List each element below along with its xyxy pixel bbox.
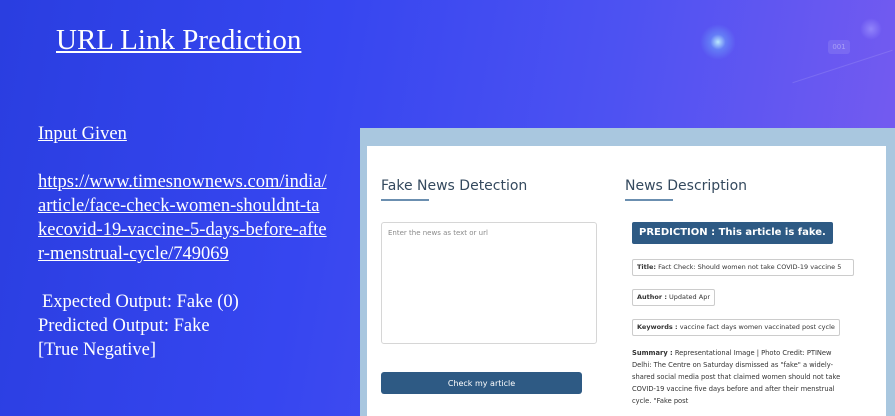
classification-result: [True Negative] bbox=[38, 340, 156, 360]
predicted-output: Predicted Output: Fake bbox=[38, 316, 210, 336]
line-decoration bbox=[792, 49, 893, 84]
app-screenshot-frame: Fake News Detection Check my article New… bbox=[360, 128, 895, 416]
title-label: Title: bbox=[637, 263, 657, 271]
input-heading: Input Given bbox=[38, 124, 127, 144]
author-field: Author : Updated Apr bbox=[632, 289, 715, 306]
author-value: Updated Apr bbox=[669, 293, 710, 301]
news-input[interactable] bbox=[381, 222, 597, 344]
keywords-field: Keywords : vaccine fact days women vacci… bbox=[632, 319, 840, 336]
keywords-value: vaccine fact days women vaccinated post … bbox=[679, 323, 835, 331]
summary-text: Summary : Representational Image | Photo… bbox=[632, 347, 846, 407]
prediction-badge: PREDICTION : This article is fake. bbox=[632, 222, 833, 244]
title-field: Title: Fact Check: Should women not take… bbox=[632, 259, 854, 276]
chat-bubble-decoration: 001 bbox=[828, 40, 850, 54]
fake-news-detection-title: Fake News Detection bbox=[381, 178, 528, 194]
light-glow-decoration bbox=[860, 18, 882, 40]
check-article-button[interactable]: Check my article bbox=[381, 372, 582, 394]
news-description-title: News Description bbox=[625, 178, 748, 194]
app-window: Fake News Detection Check my article New… bbox=[367, 146, 886, 416]
summary-label: Summary : bbox=[632, 349, 673, 357]
result-block: Expected Output: Fake (0) Predicted Outp… bbox=[38, 290, 328, 362]
light-glow-decoration bbox=[700, 24, 736, 60]
title-underline bbox=[381, 199, 429, 201]
title-value: Fact Check: Should women not take COVID-… bbox=[658, 263, 842, 271]
summary-value: Representational Image | Photo Credit: P… bbox=[632, 349, 841, 405]
title-underline bbox=[625, 199, 673, 201]
author-label: Author : bbox=[637, 293, 667, 301]
keywords-label: Keywords : bbox=[637, 323, 678, 331]
input-panel: Input Given https://www.timesnownews.com… bbox=[38, 122, 328, 362]
expected-output: Expected Output: Fake (0) bbox=[42, 292, 239, 312]
slide-title: URL Link Prediction bbox=[56, 24, 302, 56]
input-url-link[interactable]: https://www.timesnownews.com/india/artic… bbox=[38, 170, 328, 266]
